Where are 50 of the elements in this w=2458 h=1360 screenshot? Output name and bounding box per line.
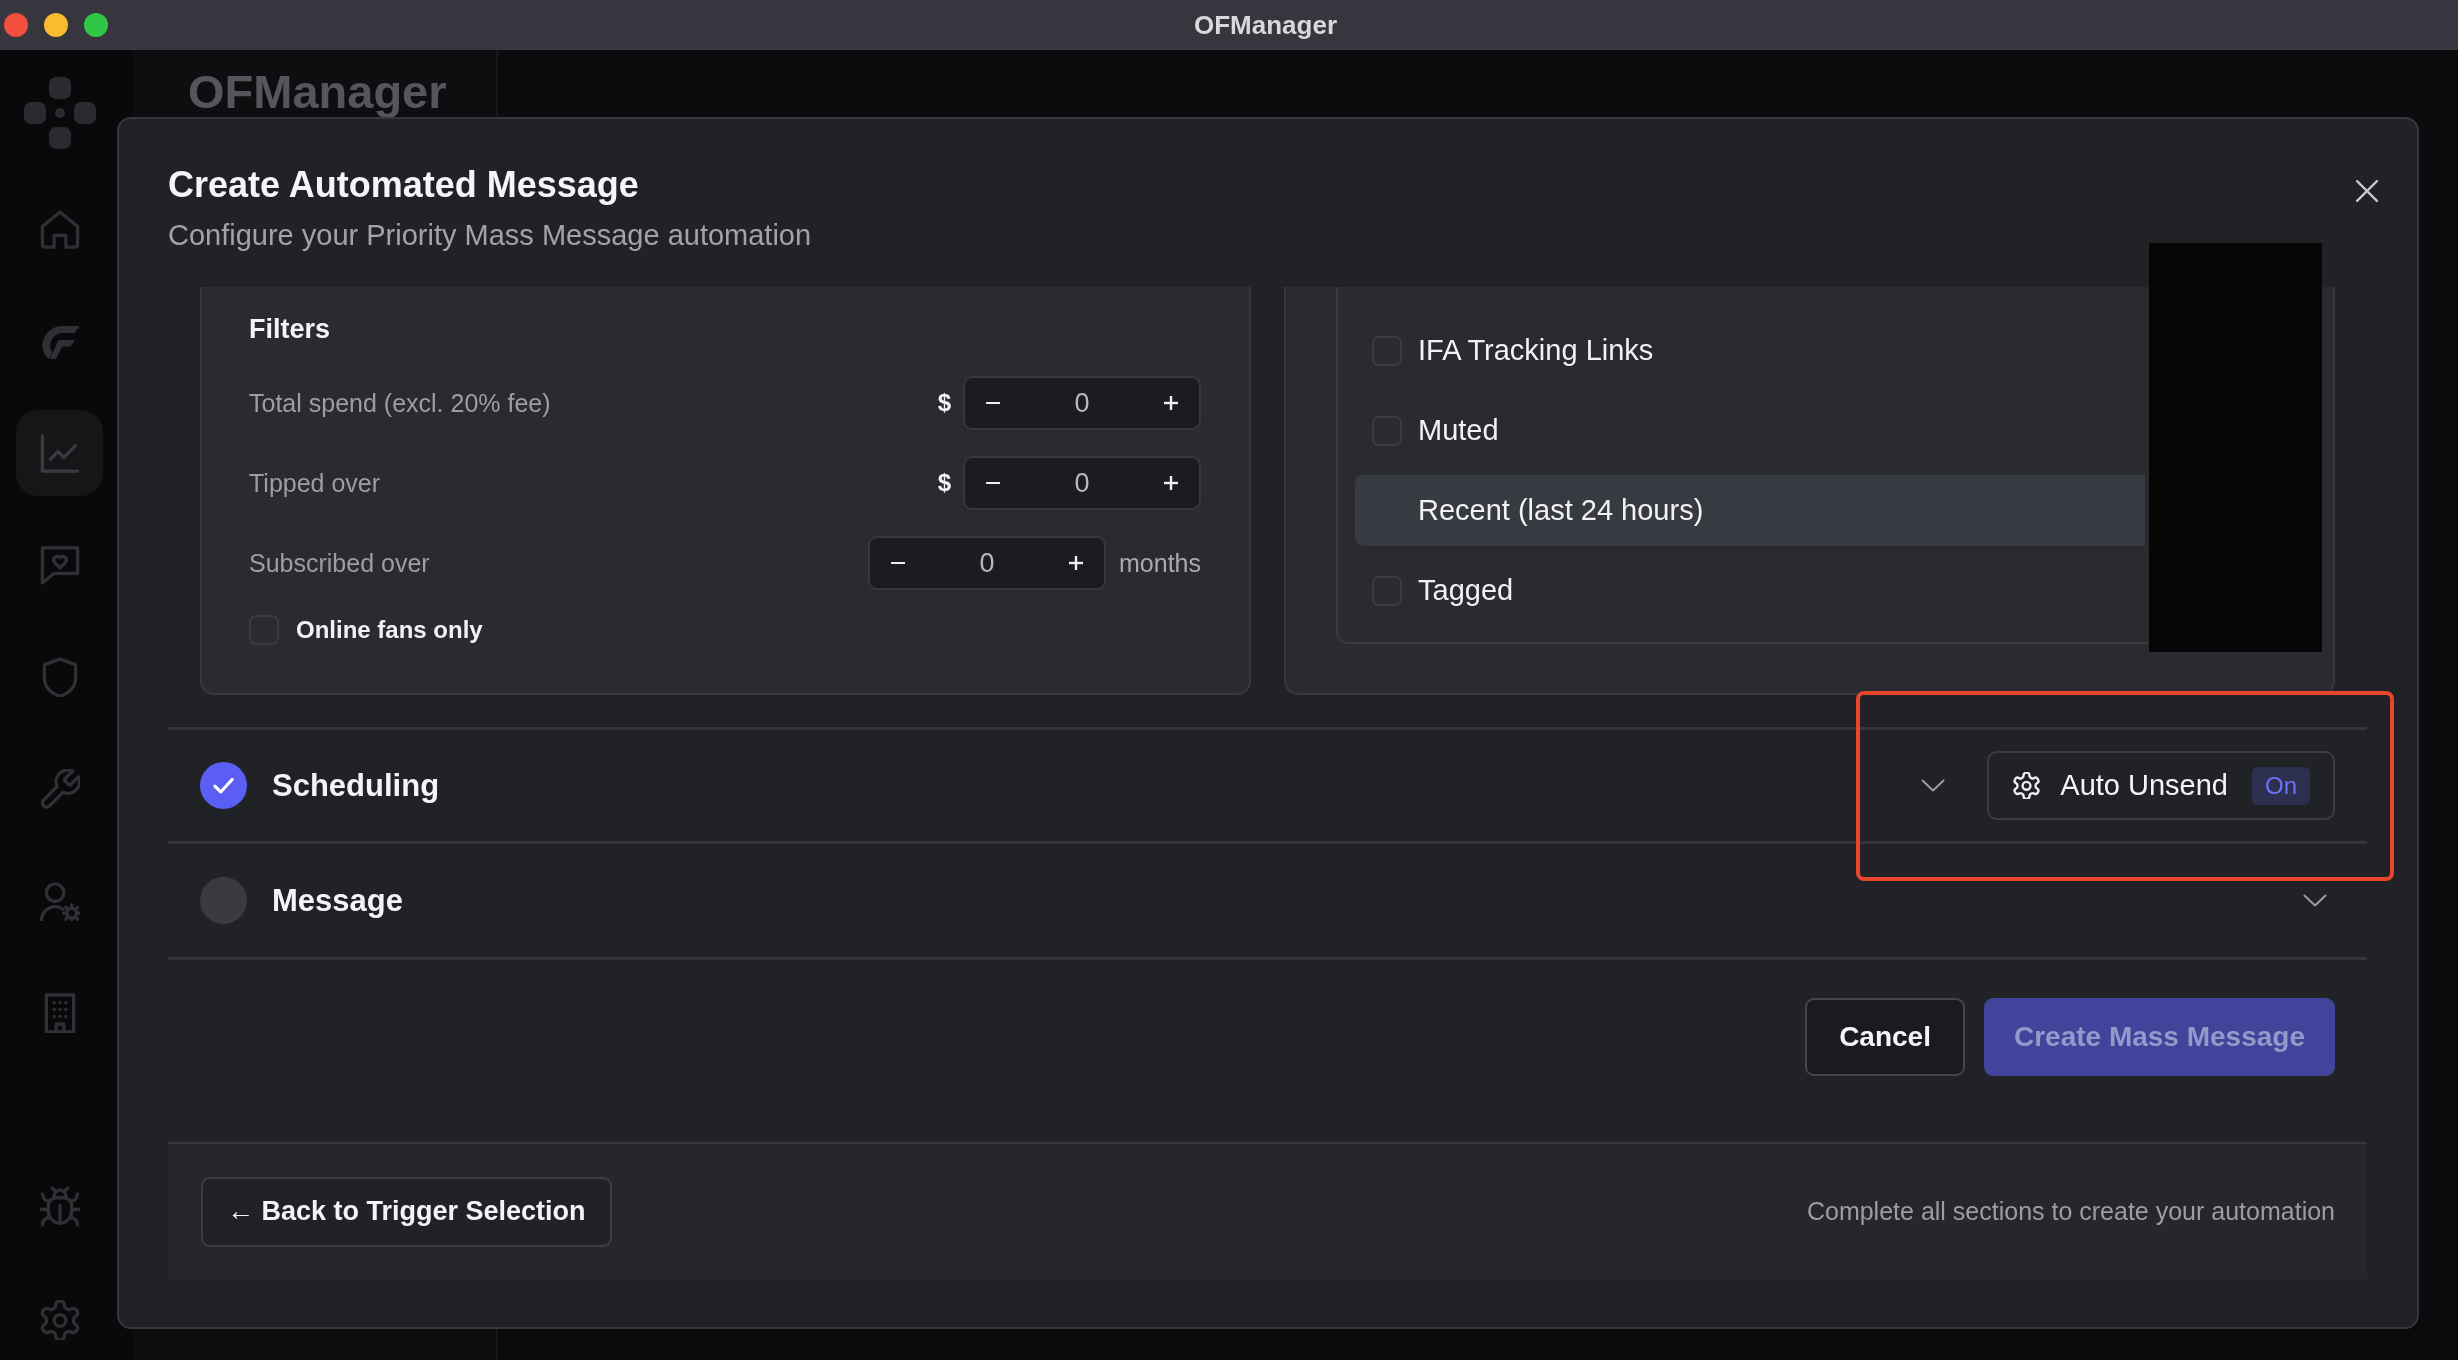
settings-icon: [39, 1300, 80, 1340]
section-title: Scheduling: [272, 767, 440, 804]
number-stepper[interactable]: 0: [963, 376, 1201, 430]
section-title: Message: [272, 882, 403, 919]
minus-icon: [986, 481, 1000, 485]
back-button[interactable]: ← Back to Trigger Selection: [201, 1176, 612, 1247]
minus-icon: [986, 401, 1000, 405]
user-gear-icon: [39, 881, 80, 921]
nav-button[interactable]: [16, 410, 103, 496]
dialog-title: Create Automated Message: [168, 163, 640, 207]
option-label: Muted: [1418, 414, 1499, 447]
checkbox-label: Online fans only: [296, 616, 483, 644]
chart-icon: [39, 433, 80, 473]
close-icon: [2356, 180, 2378, 202]
window-minimize-icon[interactable]: [44, 13, 68, 37]
option-label: Recent (last 24 hours): [1418, 494, 1704, 527]
home-icon: [39, 209, 80, 249]
brand-title: OFManager: [188, 68, 447, 115]
plus-icon: [1164, 396, 1178, 410]
option-label: Tagged: [1418, 574, 1514, 607]
option-row[interactable]: Recent (last 24 hours): [1355, 475, 2145, 546]
settings-icon: [2013, 772, 2041, 799]
number-input[interactable]: 0: [1021, 467, 1143, 499]
dialog-subtitle: Configure your Priority Mass Message automation: [168, 218, 812, 252]
window-zoom-icon[interactable]: [84, 13, 108, 37]
cancel-button[interactable]: Cancel: [1805, 998, 1965, 1076]
app-logo-icon: [24, 77, 96, 149]
status-badge: On: [2252, 766, 2310, 805]
window-title: OFManager: [1194, 9, 1338, 41]
option-label: IFA Tracking Links: [1418, 334, 1654, 367]
wrench-icon: [39, 769, 80, 809]
bug-icon: [39, 1187, 80, 1227]
field-label: Total spend (excl. 20% fee): [249, 388, 552, 418]
unit-label: months: [1119, 548, 1201, 578]
chat-heart-icon: [39, 545, 80, 585]
currency-prefix: $: [937, 389, 951, 417]
minus-icon: [891, 561, 905, 565]
number-input[interactable]: 0: [926, 547, 1048, 579]
field-label: Tipped over: [249, 468, 382, 498]
number-input[interactable]: 0: [1021, 387, 1143, 419]
number-stepper[interactable]: 0: [868, 536, 1106, 590]
currency-prefix: $: [937, 469, 951, 497]
plus-icon: [1164, 476, 1178, 490]
card-title: Filters: [249, 313, 331, 345]
footer-hint: Complete all sections to create your automation: [1806, 1197, 2335, 1226]
number-stepper[interactable]: 0: [963, 456, 1201, 510]
auto-unsend-button[interactable]: Auto Unsend On: [1987, 751, 2335, 820]
window-close-icon[interactable]: [4, 13, 28, 37]
plus-icon: [1069, 556, 1083, 570]
field-label: Subscribed over: [249, 548, 431, 578]
